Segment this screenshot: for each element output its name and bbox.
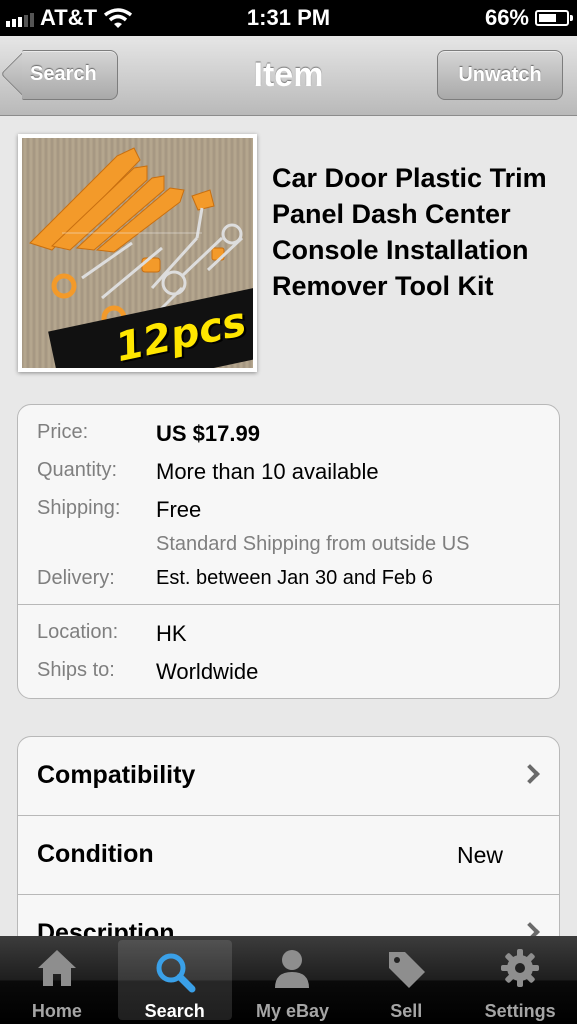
product-image[interactable]: 12pcs xyxy=(18,134,257,372)
compatibility-row[interactable]: Compatibility xyxy=(18,737,559,816)
ships-to-value: Worldwide xyxy=(156,659,259,684)
tab-sell[interactable]: Sell xyxy=(349,936,463,1024)
tab-settings[interactable]: Settings xyxy=(463,936,577,1024)
battery-percent: 66% xyxy=(484,5,529,30)
home-icon xyxy=(37,950,76,986)
condition-row: Condition New xyxy=(18,816,559,895)
tab-sell-label: Sell xyxy=(390,1001,423,1021)
divider xyxy=(18,604,559,605)
battery-icon xyxy=(535,10,573,26)
tab-home-label: Home xyxy=(31,1001,82,1021)
product-title: Car Door Plastic Trim Panel Dash Center … xyxy=(272,163,547,301)
tab-my-ebay[interactable]: My eBay xyxy=(236,936,350,1024)
gear-icon xyxy=(501,949,540,987)
tab-bar: Home Search My eBay Sell Settings xyxy=(0,936,577,1024)
navigation-bar: Search Item Unwatch xyxy=(0,36,577,116)
location-label: Location: xyxy=(37,621,119,643)
condition-value: New xyxy=(456,842,503,868)
tab-home[interactable]: Home xyxy=(0,936,114,1024)
quantity-label: Quantity: xyxy=(37,459,118,481)
compatibility-label: Compatibility xyxy=(37,761,196,789)
price-label: Price: xyxy=(37,421,89,443)
tab-search-label: Search xyxy=(144,1001,205,1021)
tab-my-ebay-label: My eBay xyxy=(255,1001,330,1021)
price-value: US $17.99 xyxy=(156,421,260,446)
quantity-value: More than 10 available xyxy=(156,459,379,484)
location-value: HK xyxy=(156,621,187,646)
chevron-right-icon xyxy=(520,764,540,784)
delivery-label: Delivery: xyxy=(37,567,115,589)
shipping-value: Free xyxy=(156,497,202,522)
tab-search[interactable]: Search xyxy=(117,940,232,1021)
product-photo: 12pcs xyxy=(22,138,253,368)
search-icon xyxy=(156,953,196,993)
unwatch-button[interactable]: Unwatch xyxy=(437,50,563,100)
tab-settings-label: Settings xyxy=(484,1001,556,1021)
delivery-value: Est. between Jan 30 and Feb 6 xyxy=(156,567,433,589)
condition-label: Condition xyxy=(37,840,154,868)
person-icon xyxy=(275,950,310,988)
status-bar: AT&T 1:31 PM 66% xyxy=(0,0,577,36)
shipping-label: Shipping: xyxy=(37,497,121,519)
price-tag-icon xyxy=(389,952,426,988)
battery-info: 66% xyxy=(484,5,573,31)
shipping-note: Standard Shipping from outside US xyxy=(156,533,470,555)
ships-to-label: Ships to: xyxy=(37,659,115,681)
details-card: Price: US $17.99 Quantity: More than 10 … xyxy=(17,404,560,699)
